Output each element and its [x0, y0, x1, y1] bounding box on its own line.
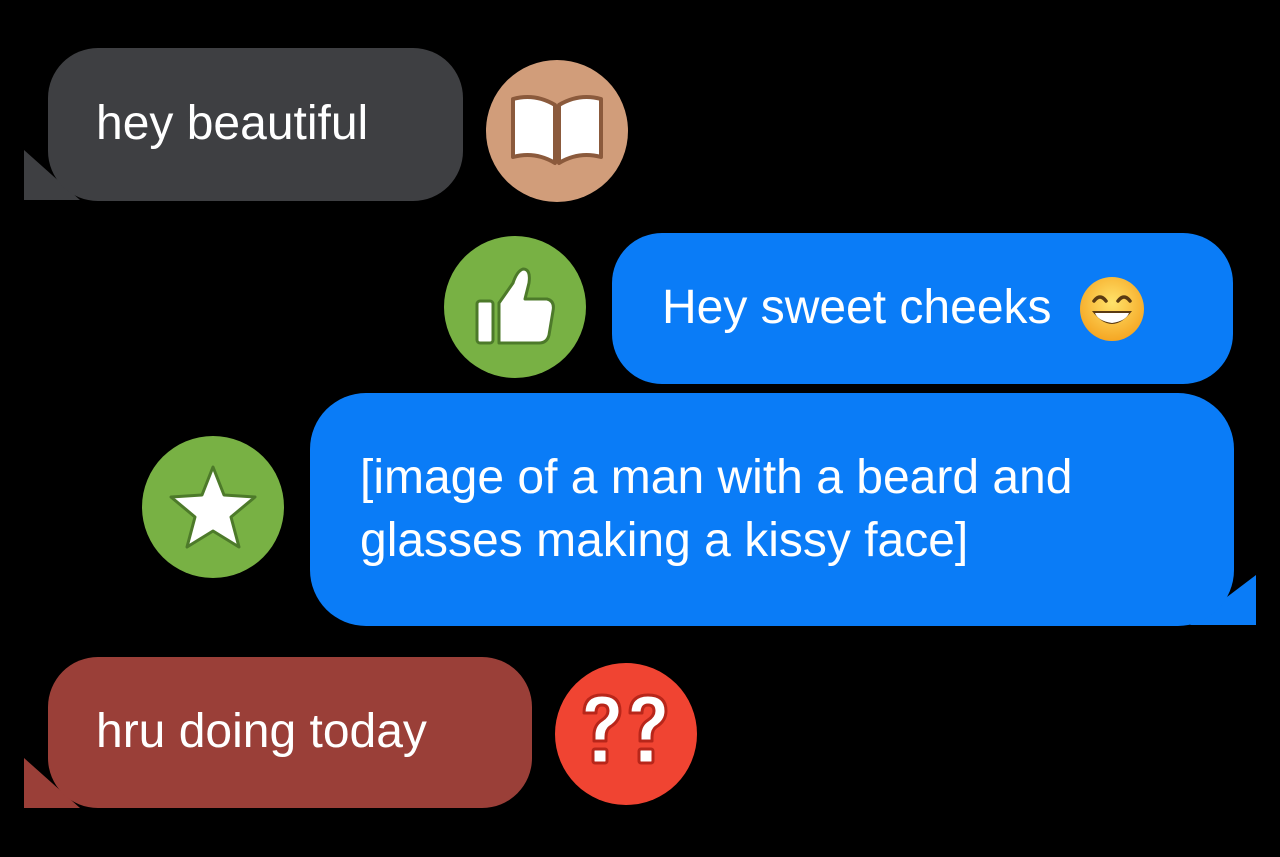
reaction-badge[interactable]	[444, 236, 586, 378]
reaction-badge[interactable]	[142, 436, 284, 578]
message-text: hru doing today	[96, 705, 427, 759]
reaction-badge[interactable]	[486, 60, 628, 202]
thumbs-up-icon	[475, 267, 555, 345]
message-bubble-sent[interactable]: [image of a man with a beard and glasses…	[310, 393, 1234, 626]
message-text: [image of a man with a beard and glasses…	[360, 451, 1073, 567]
message-bubble-received[interactable]: hru doing today	[48, 657, 532, 808]
star-icon	[169, 465, 257, 549]
reaction-badge[interactable]	[555, 663, 697, 805]
grinning-face-with-smiling-eyes-icon	[1078, 275, 1146, 343]
message-text: Hey sweet cheeks	[662, 281, 1052, 335]
double-question-mark-icon	[582, 693, 668, 765]
message-bubble-received[interactable]: hey beautiful	[48, 48, 463, 201]
message-bubble-sent[interactable]: Hey sweet cheeks	[612, 233, 1233, 384]
open-book-icon	[511, 95, 603, 165]
message-text: hey beautiful	[96, 97, 369, 151]
